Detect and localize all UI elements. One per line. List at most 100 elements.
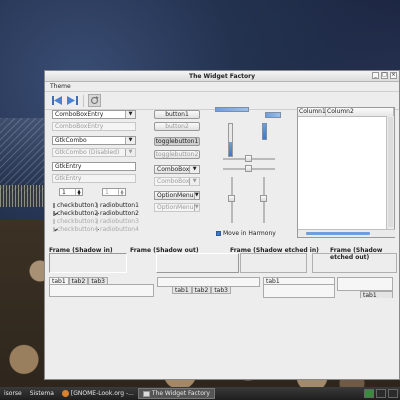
- progressbar-horizontal-2: [265, 112, 281, 118]
- taskbar-widget-factory[interactable]: The Widget Factory: [137, 388, 215, 399]
- notebook-bottom: tab1 tab2 tab3: [157, 277, 260, 294]
- tab-bottom-3[interactable]: tab3: [211, 287, 231, 294]
- minimize-icon[interactable]: _: [372, 72, 379, 79]
- notebook-left: tab1: [263, 277, 335, 298]
- frame-shadow-out: [156, 253, 239, 273]
- combobox-text: ComboBox: [157, 166, 190, 173]
- text-entry[interactable]: GtkEntry: [52, 162, 136, 171]
- optionmenu-disabled: OptionMenu ▼: [154, 203, 200, 212]
- tab-bottom-2[interactable]: tab2: [191, 287, 212, 294]
- checkbutton2[interactable]: checkbutton2: [53, 210, 99, 217]
- chevron-down-icon[interactable]: ▼: [193, 192, 199, 199]
- gtkcombo-text: GtkCombo: [55, 137, 87, 144]
- menubar: Theme: [45, 82, 399, 92]
- frame-shadow-etched-out: [312, 253, 397, 273]
- checkbox-box-checked[interactable]: [216, 231, 221, 236]
- menu-theme[interactable]: Theme: [50, 83, 71, 90]
- taskbar-fragment-label: isorse: [4, 390, 22, 397]
- column-header-1[interactable]: Column1: [298, 108, 326, 116]
- checkbutton-label: checkbutton2: [57, 210, 99, 217]
- radiobutton2[interactable]: radiobutton2: [96, 210, 139, 217]
- checkbutton-group: checkbutton1 checkbutton2 checkbutton3 c…: [53, 202, 99, 233]
- toggle-tool-button[interactable]: [88, 94, 101, 107]
- checkbox-box: [53, 219, 55, 224]
- tab-bottom-1[interactable]: tab1: [172, 287, 192, 294]
- checkbutton4: checkbutton4: [53, 226, 99, 233]
- tab-left-1[interactable]: tab1: [263, 277, 335, 285]
- checkbutton1[interactable]: checkbutton1: [53, 202, 99, 209]
- horizontal-scrollbar[interactable]: [298, 229, 395, 237]
- checkbox-box-checked[interactable]: [53, 211, 55, 216]
- move-in-harmony-check[interactable]: Move in Harmony: [216, 230, 276, 237]
- scrollbar-thumb[interactable]: [306, 232, 370, 235]
- tab-top-3[interactable]: tab3: [88, 277, 108, 285]
- radiobutton-label: radiobutton2: [100, 210, 139, 217]
- chevron-down-icon[interactable]: ▼: [125, 137, 135, 144]
- checkbutton-label: checkbutton1: [57, 202, 99, 209]
- checkbutton3: checkbutton3: [53, 218, 98, 225]
- radio-circle-selected[interactable]: [96, 211, 99, 216]
- go-last-icon: [67, 96, 78, 105]
- comboboxentry[interactable]: ComboBoxEntry ▼: [52, 110, 136, 119]
- notebook-left-panel: [263, 284, 335, 298]
- window-title: The Widget Factory: [188, 73, 256, 80]
- hscale-handle-2[interactable]: [245, 165, 252, 172]
- go-first-button[interactable]: [51, 94, 64, 107]
- text-entry-value: GtkEntry: [55, 163, 82, 170]
- optionmenu-disabled-text: OptionMenu: [157, 204, 194, 211]
- vscale-handle-2[interactable]: [260, 195, 267, 202]
- taskbar-fragment[interactable]: isorse: [0, 388, 26, 399]
- spinbutton-disabled: 1 ▲ ▼: [102, 188, 126, 196]
- hscale-handle[interactable]: [245, 155, 252, 162]
- radio-circle[interactable]: [96, 203, 98, 208]
- toolbar-separator: [83, 94, 84, 107]
- workspace-2[interactable]: [376, 389, 386, 398]
- button2: button2: [154, 122, 200, 131]
- taskbar-browser-label: [GNOME-Look.org -...: [70, 390, 134, 397]
- progressbar-vertical: [228, 123, 233, 157]
- radiobutton-group: radiobutton1 radiobutton2 radiobutton3 r…: [96, 202, 139, 233]
- combobox[interactable]: ComboBox ▼: [154, 165, 200, 174]
- progressbar-vertical-2: [262, 123, 267, 140]
- radiobutton3: radiobutton3: [96, 218, 139, 225]
- spin-arrows-icon[interactable]: ▲ ▼: [75, 189, 82, 196]
- treeview[interactable]: Column1 Column2: [297, 107, 395, 238]
- radio-circle: [96, 219, 98, 224]
- taskbar-widget-factory-label: The Widget Factory: [151, 390, 210, 397]
- tab-right-1[interactable]: tab1: [360, 291, 393, 299]
- notebook-top-panel: [49, 284, 154, 297]
- spinbutton[interactable]: 1 ▲ ▼: [59, 188, 83, 196]
- taskbar-browser[interactable]: [GNOME-Look.org -...: [58, 388, 138, 399]
- taskbar-sistema-label: Sistema: [29, 390, 54, 397]
- gtkcombo[interactable]: GtkCombo ▼: [52, 136, 136, 145]
- chevron-down-icon[interactable]: ▼: [189, 166, 199, 173]
- checkbox-box[interactable]: [53, 203, 55, 208]
- button1[interactable]: button1: [154, 110, 200, 119]
- column-header-2[interactable]: Column2: [326, 108, 394, 116]
- workspace-3[interactable]: [388, 389, 398, 398]
- maximize-icon[interactable]: □: [381, 72, 388, 79]
- vscale-handle[interactable]: [228, 195, 235, 202]
- radiobutton1[interactable]: radiobutton1: [96, 202, 139, 209]
- progressbar-horizontal: [215, 107, 249, 112]
- chevron-down-icon[interactable]: ▼: [125, 111, 135, 118]
- togglebutton1[interactable]: togglebutton1: [154, 137, 200, 146]
- radiobutton-label: radiobutton3: [100, 218, 139, 225]
- go-last-button[interactable]: [66, 94, 79, 107]
- tab-top-2[interactable]: tab2: [68, 277, 89, 285]
- combobox-disabled: ComboBox ▼: [154, 177, 200, 186]
- workspace-switcher: [364, 389, 400, 398]
- gtkcombo-disabled: GtkCombo (Disabled) ▼: [52, 148, 136, 157]
- tab-top-1[interactable]: tab1: [49, 277, 69, 285]
- checkbutton-label: checkbutton4: [57, 226, 99, 233]
- chevron-down-icon: ▼: [125, 149, 135, 156]
- go-first-icon: [52, 96, 62, 105]
- window-titlebar[interactable]: The Widget Factory _ □ ×: [45, 71, 399, 82]
- taskbar-sistema-menu[interactable]: Sistema: [26, 388, 58, 399]
- workspace-1[interactable]: [364, 389, 374, 398]
- vertical-scrollbar[interactable]: [386, 116, 394, 229]
- close-icon[interactable]: ×: [390, 72, 397, 79]
- optionmenu[interactable]: OptionMenu ▼: [154, 191, 200, 200]
- notebook-bottom-panel: [157, 277, 260, 287]
- chevron-down-icon: ▼: [189, 178, 199, 185]
